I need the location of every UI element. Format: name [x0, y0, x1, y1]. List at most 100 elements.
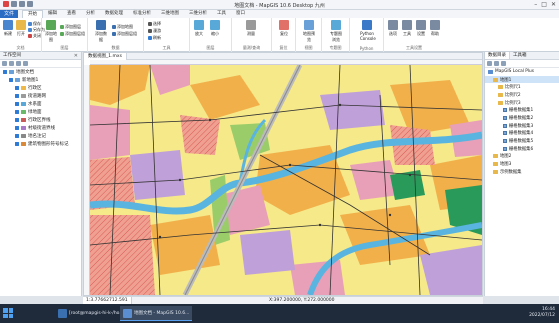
zoom-in-button[interactable]: 放大	[192, 20, 206, 37]
file-menu[interactable]: 文件	[0, 10, 19, 18]
catalog-item[interactable]: 地图3	[485, 160, 559, 168]
catalog-item[interactable]: 栅格数据集3	[485, 122, 559, 130]
catalog-item[interactable]: 栅格数据集4	[485, 130, 559, 138]
pan-button[interactable]: 漫游	[148, 28, 161, 34]
close-doc-button[interactable]: 关闭	[28, 33, 41, 39]
add-layer-group-small-button[interactable]: 添加图层组	[112, 31, 137, 37]
tab-tools[interactable]: 工具	[212, 10, 231, 18]
catalog-item[interactable]: 栅格数据集6	[485, 145, 559, 153]
layer-checkbox[interactable]	[15, 86, 19, 90]
measure-button[interactable]: 测量	[244, 20, 258, 37]
tab-view[interactable]: 查看	[62, 10, 81, 18]
catalog-item[interactable]: MapGIS Local Plus	[485, 68, 559, 76]
tab-3d-map[interactable]: 三维地图	[156, 10, 184, 18]
taskbar-app-mapgis[interactable]: 地图文档 - MapGIS 10.6...	[120, 306, 193, 321]
add-data-button[interactable]: 添加数据	[94, 20, 108, 43]
tab-data-catalog[interactable]: 数据目录	[485, 52, 510, 59]
layer-icon	[21, 102, 26, 106]
layer-icon	[15, 78, 20, 82]
catalog-item-label: 栅格数据集1	[509, 108, 534, 114]
layer-item[interactable]: 行政区	[0, 84, 81, 92]
catalog-item[interactable]: 栅格数据集2	[485, 114, 559, 122]
catalog-item[interactable]: 地图2	[485, 153, 559, 161]
layer-checkbox[interactable]	[15, 142, 19, 146]
workspace-toolbar	[0, 60, 81, 68]
add-map-button[interactable]: 添加地图	[44, 20, 58, 43]
layer-item[interactable]: 水系面	[0, 100, 81, 108]
help-button[interactable]: 帮助	[428, 20, 442, 37]
options-button[interactable]: 选项	[386, 20, 400, 37]
layer-icon	[9, 70, 14, 74]
layer-checkbox[interactable]	[15, 102, 19, 106]
open-button[interactable]: 打开	[14, 20, 28, 37]
layer-icon	[21, 118, 26, 122]
add-layer-button[interactable]: 添加图层	[60, 24, 81, 30]
thematic-map-button[interactable]: 专题图浏览	[329, 20, 343, 43]
refresh-icon[interactable]	[23, 61, 28, 66]
start-button[interactable]	[3, 308, 13, 318]
expand-icon[interactable]	[2, 61, 7, 66]
layer-checkbox[interactable]	[15, 94, 19, 98]
add-map-small-button[interactable]: 添加地图	[112, 24, 133, 30]
connect-icon[interactable]	[501, 61, 506, 66]
add-layer-group-button[interactable]: 添加图层组	[60, 31, 85, 37]
layer-item[interactable]: 行政区界线	[0, 116, 81, 124]
clock-date: 2022/07/12	[529, 313, 555, 318]
ribbon-group-layer: 添加地图 添加图层 添加图层组 图层	[42, 18, 88, 52]
layer-item[interactable]: 街道路网	[0, 92, 81, 100]
pin-icon[interactable]: ✕	[74, 52, 78, 60]
tab-data-processing[interactable]: 数据处理	[100, 10, 128, 18]
dataset-icon	[503, 123, 507, 128]
layer-checkbox[interactable]	[15, 110, 19, 114]
layer-checkbox[interactable]	[15, 118, 19, 122]
layer-checkbox[interactable]	[15, 134, 19, 138]
layer-item[interactable]: 村级街道界线	[0, 124, 81, 132]
tab-3d-analysis[interactable]: 三维分析	[184, 10, 212, 18]
catalog-item-label: 示例数据集	[500, 169, 522, 175]
ribbon-group-settings: 选项 工具 设置 帮助 工具设置	[384, 18, 444, 52]
layer-checkbox[interactable]	[15, 126, 19, 130]
collapse-icon[interactable]	[9, 61, 14, 66]
settings-button[interactable]: 设置	[414, 20, 428, 37]
layer-item[interactable]: 建筑物图形符号标记	[0, 140, 81, 148]
layer-checkbox[interactable]	[9, 78, 13, 82]
catalog-item[interactable]: 栅格数据集5	[485, 137, 559, 145]
back-icon[interactable]	[487, 61, 492, 66]
tools-button[interactable]: 工具	[400, 20, 414, 37]
layer-item[interactable]: 绿地面	[0, 108, 81, 116]
python-console-button[interactable]: Python Console	[360, 20, 376, 41]
catalog-item[interactable]: 栅格数据集1	[485, 106, 559, 114]
refresh-catalog-icon[interactable]	[494, 61, 499, 66]
folder-icon	[488, 69, 493, 74]
catalog-item[interactable]: 示例数据集	[485, 168, 559, 176]
reset-button[interactable]: 复位	[277, 20, 291, 37]
map-canvas[interactable]	[90, 65, 482, 295]
tab-standard-analysis[interactable]: 标准分析	[128, 10, 156, 18]
map-preview-button[interactable]: 地图预览	[302, 20, 316, 43]
tab-map-document[interactable]: 数据视图_1.mxs	[84, 52, 127, 60]
map-svg[interactable]	[90, 65, 482, 295]
tab-window[interactable]: 窗口	[231, 10, 250, 18]
tab-toolbox[interactable]: 工具箱	[510, 52, 530, 59]
refresh-button[interactable]: 刷新	[148, 35, 161, 41]
tab-analysis[interactable]: 分析	[81, 10, 100, 18]
taskbar-app-terminal[interactable]: [root@mapgis-hi-k-/ho...	[55, 306, 127, 321]
tab-edit[interactable]: 编辑	[43, 10, 62, 18]
zoom-out-button[interactable]: 缩小	[208, 20, 222, 37]
layer-item[interactable]: 地图文档	[0, 68, 81, 76]
new-button[interactable]: 新建	[1, 20, 15, 37]
layer-checkbox[interactable]	[3, 70, 7, 74]
close-icon[interactable]: ✕	[551, 1, 556, 8]
catalog-item[interactable]: 比例尺1	[485, 83, 559, 91]
catalog-item[interactable]: 比例尺2	[485, 91, 559, 99]
system-tray[interactable]: 16:44 2022/07/12	[529, 307, 555, 319]
select-button[interactable]: 选择	[148, 21, 161, 27]
layer-icon[interactable]	[16, 61, 21, 66]
catalog-item-label: MapGIS Local Plus	[495, 69, 535, 75]
layer-item[interactable]: 新地图1	[0, 76, 81, 84]
maximize-icon[interactable]: □	[541, 1, 547, 8]
catalog-item[interactable]: 比例尺3	[485, 99, 559, 107]
catalog-item[interactable]: 地图1	[485, 75, 559, 84]
layer-item[interactable]: 地名注记	[0, 132, 81, 140]
minimize-icon[interactable]: –	[534, 1, 537, 8]
